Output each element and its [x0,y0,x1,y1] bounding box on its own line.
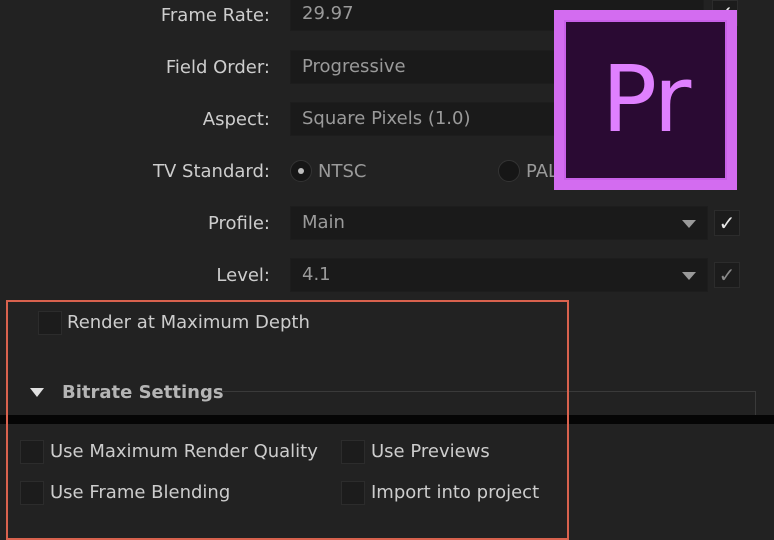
checkmark-icon: ✓ [718,211,736,235]
profile-value: Main [302,212,345,233]
tv-standard-label: TV Standard: [153,161,270,182]
frame-rate-value: 29.97 [302,3,354,24]
pal-radio[interactable] [498,160,520,182]
logo-text: Pr [564,20,727,180]
frame-rate-label: Frame Rate: [160,5,270,26]
aspect-value: Square Pixels (1.0) [302,108,471,129]
field-order-value: Progressive [302,56,406,77]
highlight-outline [6,300,569,540]
profile-dropdown[interactable]: Main [290,206,708,240]
chevron-down-icon [682,220,696,228]
profile-label: Profile: [207,213,270,234]
chevron-down-icon [682,272,696,280]
ntsc-radio[interactable] [290,160,312,182]
level-dropdown[interactable]: 4.1 [290,258,708,292]
premiere-pro-logo: Pr [554,10,737,190]
field-order-label: Field Order: [165,57,270,78]
ntsc-label: NTSC [318,161,367,182]
aspect-label: Aspect: [202,109,270,130]
level-value: 4.1 [302,264,331,285]
checkmark-icon: ✓ [718,263,736,287]
level-match-checkbox[interactable]: ✓ [714,262,740,288]
profile-match-checkbox[interactable]: ✓ [714,210,740,236]
level-label: Level: [216,265,270,286]
